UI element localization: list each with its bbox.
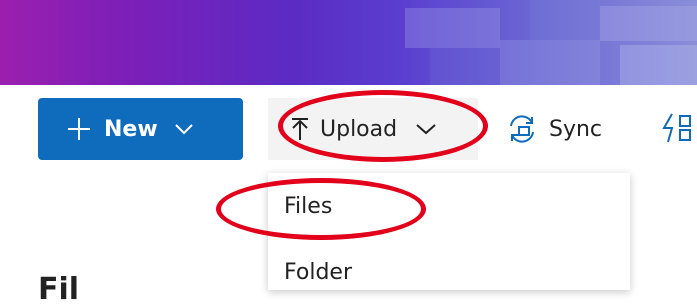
new-button[interactable]: New: [38, 98, 243, 160]
sync-icon: [510, 115, 534, 143]
menu-item-files[interactable]: Files: [268, 173, 630, 239]
automate-icon[interactable]: [660, 112, 697, 146]
plus-icon: [68, 118, 90, 140]
chevron-down-icon: [416, 124, 436, 135]
upload-button-label: Upload: [320, 116, 398, 142]
upload-menu: Files Folder: [268, 173, 630, 290]
upload-button[interactable]: Upload: [268, 98, 478, 160]
upload-arrow-icon: [292, 118, 308, 140]
new-button-label: New: [104, 116, 158, 142]
sync-button-label: Sync: [549, 116, 603, 142]
chevron-down-icon: [174, 124, 193, 135]
menu-item-folder[interactable]: Folder: [268, 239, 630, 290]
sync-button[interactable]: Sync: [505, 98, 602, 160]
header-banner: [0, 0, 697, 85]
